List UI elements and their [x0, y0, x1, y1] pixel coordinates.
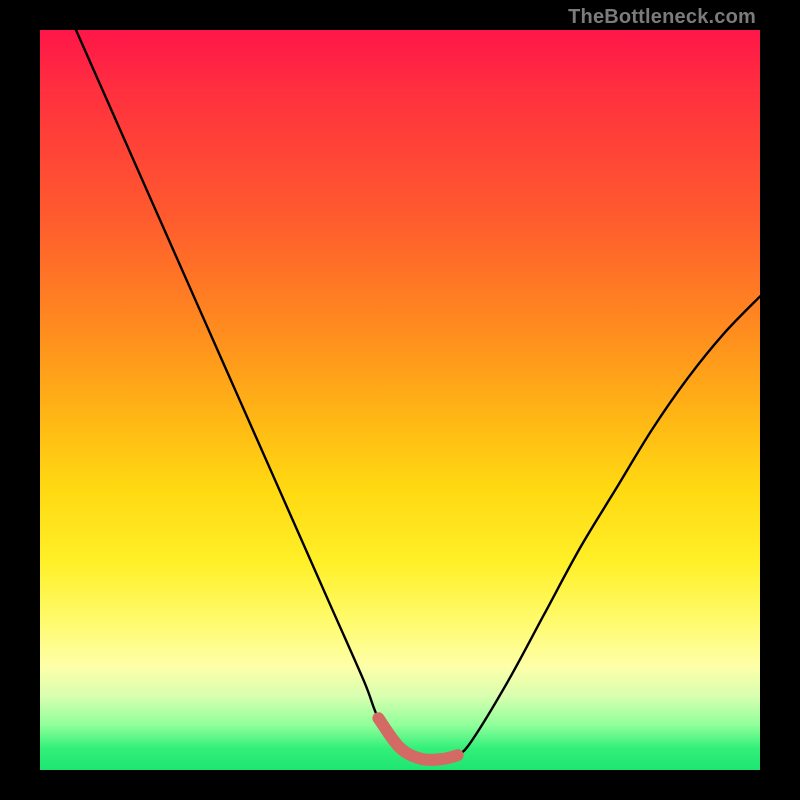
chart-frame: TheBottleneck.com — [0, 0, 800, 800]
watermark-label: TheBottleneck.com — [568, 6, 756, 29]
bottleneck-flat-accent — [378, 718, 457, 760]
plot-area — [40, 30, 760, 770]
curve-svg — [40, 30, 760, 770]
bottleneck-curve — [76, 30, 760, 760]
